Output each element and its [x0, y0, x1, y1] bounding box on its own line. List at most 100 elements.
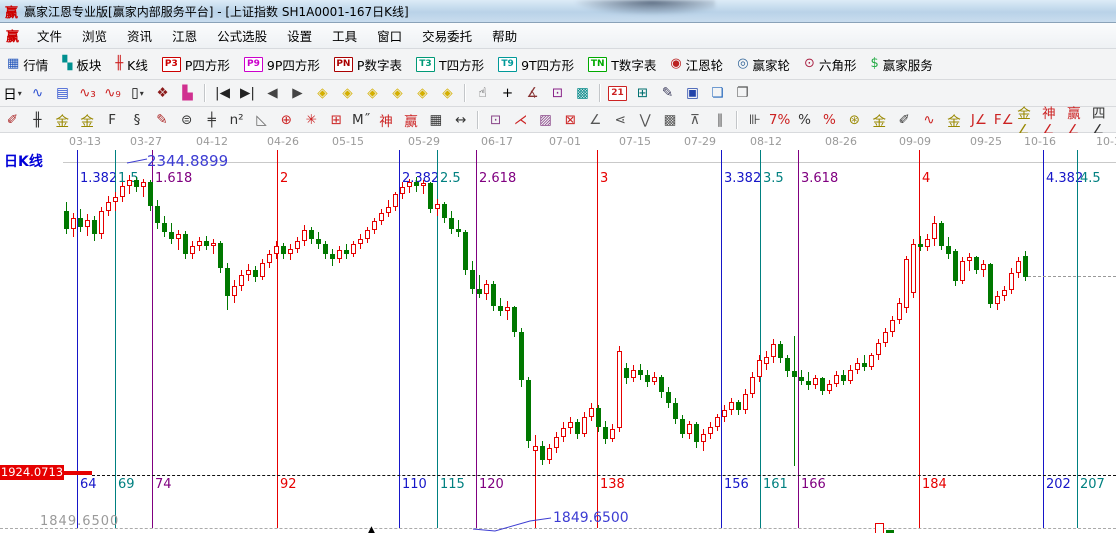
gold-ratio-tool-2[interactable]: 金: [76, 110, 99, 130]
hand-tool-button[interactable]: ☝: [471, 83, 494, 103]
circle-cross-tool[interactable]: ⊕: [275, 110, 298, 130]
x-box-tool[interactable]: ⊠: [559, 110, 582, 130]
candle-style-button[interactable]: ▯▾: [126, 83, 149, 103]
pattern-icon[interactable]: ❖: [151, 83, 174, 103]
labyrinth-icon[interactable]: ▩: [571, 83, 594, 103]
chart-9-icon[interactable]: ∿₉: [101, 83, 124, 103]
chart-3-icon[interactable]: ∿₃: [76, 83, 99, 103]
set-square-tool[interactable]: ◺: [250, 110, 273, 130]
menu-item-9[interactable]: 交易委托: [412, 26, 482, 47]
gann-time-line-3.5[interactable]: [760, 150, 761, 528]
first-bar-button[interactable]: |◀: [211, 83, 234, 103]
hexagon-button[interactable]: ⊙六角形: [797, 52, 863, 76]
menu-item-4[interactable]: 江恩: [162, 26, 207, 47]
ying-tool[interactable]: 赢: [400, 110, 423, 130]
f-angle-tool[interactable]: F∠: [992, 110, 1015, 130]
t9-square-button[interactable]: T99T四方形: [491, 52, 581, 76]
circle-grid-tool[interactable]: ⊜: [175, 110, 198, 130]
gann-time-line-3[interactable]: [597, 150, 598, 528]
menu-item-5[interactable]: 公式选股: [207, 26, 277, 47]
gann-time-line-4.5[interactable]: [1077, 150, 1078, 528]
gann-time-line-4[interactable]: [919, 150, 920, 528]
shen-angle-tool[interactable]: 神∠: [1042, 110, 1065, 130]
v-compress-button[interactable]: ◈: [361, 83, 384, 103]
t-square-button[interactable]: T3T四方形: [409, 52, 491, 76]
hv-expand-button[interactable]: ◈: [436, 83, 459, 103]
gann-time-line-1.618[interactable]: [152, 150, 153, 528]
angle-pen-tool[interactable]: ∠: [584, 110, 607, 130]
count-grid-tool[interactable]: ▦: [424, 110, 447, 130]
histogram-icon[interactable]: ▙: [176, 83, 199, 103]
v-expand-button[interactable]: ◈: [386, 83, 409, 103]
next-bar-button[interactable]: ▶: [286, 83, 309, 103]
menu-item-1[interactable]: 文件: [27, 26, 72, 47]
frame-tool[interactable]: ⊡: [484, 110, 507, 130]
gann-time-line-4.382[interactable]: [1043, 150, 1044, 528]
h-compress-button[interactable]: ◈: [311, 83, 334, 103]
spiral-tool[interactable]: §: [126, 110, 149, 130]
n-square-tool[interactable]: n²: [225, 110, 248, 130]
shen-tool[interactable]: 神: [375, 110, 398, 130]
period-day-button[interactable]: 日▾: [1, 83, 24, 103]
last-bar-button[interactable]: ▶|: [236, 83, 259, 103]
wave-red-tool[interactable]: ∿: [918, 110, 941, 130]
gann-time-line-3.382[interactable]: [721, 150, 722, 528]
candle-pen-tool[interactable]: ✐: [893, 110, 916, 130]
save-button[interactable]: ▣: [681, 83, 704, 103]
menu-item-3[interactable]: 资讯: [117, 26, 162, 47]
gold-ratio-tool-1[interactable]: 金: [51, 110, 74, 130]
prev-bar-button[interactable]: ◀: [261, 83, 284, 103]
kline-chart-area[interactable]: 日K线 03-1303-2704-1204-2605-1505-2906-170…: [0, 133, 1116, 533]
h-expand-button[interactable]: ◈: [336, 83, 359, 103]
fib-f-tool[interactable]: F: [101, 110, 124, 130]
gold-circle-tool[interactable]: ⊛: [843, 110, 866, 130]
parallel-lines-tool[interactable]: ∥: [708, 110, 731, 130]
winner-wheel-button[interactable]: ◎赢家轮: [730, 52, 797, 76]
export-button[interactable]: ❐: [731, 83, 754, 103]
menu-item-8[interactable]: 窗口: [367, 26, 412, 47]
measure-tool-button[interactable]: ∡: [521, 83, 544, 103]
ying-angle-tool[interactable]: 赢∠: [1067, 110, 1090, 130]
span-arrow-tool[interactable]: ↔: [449, 110, 472, 130]
gann-time-line-2[interactable]: [277, 150, 278, 528]
p-number-table-button[interactable]: PNP数字表: [327, 52, 409, 76]
web-grid-tool[interactable]: ⊞: [325, 110, 348, 130]
zigzag-icon[interactable]: ∿: [26, 83, 49, 103]
quotes-button[interactable]: ▦行情: [0, 52, 55, 76]
v-wave-tool[interactable]: ⋁: [634, 110, 657, 130]
calendar-button[interactable]: 21: [606, 83, 629, 103]
menu-item-7[interactable]: 工具: [322, 26, 367, 47]
percent-lines-tool[interactable]: %: [818, 110, 841, 130]
gold-angle-tool[interactable]: 金∠: [1017, 110, 1040, 130]
calculator-button[interactable]: ⊞: [631, 83, 654, 103]
j-angle-tool[interactable]: J∠: [967, 110, 990, 130]
percent-7-tool[interactable]: 7%: [768, 110, 791, 130]
hatch-tool[interactable]: ╪: [200, 110, 223, 130]
sectors-button[interactable]: ▚板块: [55, 52, 108, 76]
gann-time-line-2.382[interactable]: [399, 150, 400, 528]
region-tool-button[interactable]: ⊡: [546, 83, 569, 103]
gold-line-tool[interactable]: 金: [868, 110, 891, 130]
gold-red-tool[interactable]: 金: [943, 110, 966, 130]
star-point-tool[interactable]: ✳: [300, 110, 323, 130]
gann-time-line-2.618[interactable]: [476, 150, 477, 528]
bar-scale-tool[interactable]: ⊪: [743, 110, 766, 130]
arrow-grid-tool[interactable]: ⊼: [683, 110, 706, 130]
pen-tool[interactable]: ✎: [150, 110, 173, 130]
crosshair-tool-button[interactable]: +: [496, 83, 519, 103]
m-wave-tool[interactable]: M˝: [350, 110, 373, 130]
save-web-button[interactable]: ❏: [706, 83, 729, 103]
angle-line-tool[interactable]: ⋖: [609, 110, 632, 130]
percent-tool[interactable]: %: [793, 110, 816, 130]
menu-item-2[interactable]: 浏览: [72, 26, 117, 47]
fan-grid-tool[interactable]: ▨: [534, 110, 557, 130]
grid-ruler-tool[interactable]: ╫: [26, 110, 49, 130]
kline-button[interactable]: ╫K线: [108, 52, 155, 76]
menu-item-10[interactable]: 帮助: [482, 26, 527, 47]
gann-time-line-3.618[interactable]: [798, 150, 799, 528]
winner-service-button[interactable]: $赢家服务: [863, 52, 939, 76]
p-square-button[interactable]: P3P四方形: [155, 52, 237, 76]
knife-tool[interactable]: ✐: [1, 110, 24, 130]
notes-button[interactable]: ✎: [656, 83, 679, 103]
gann-wheel-button[interactable]: ◉江恩轮: [663, 52, 730, 76]
